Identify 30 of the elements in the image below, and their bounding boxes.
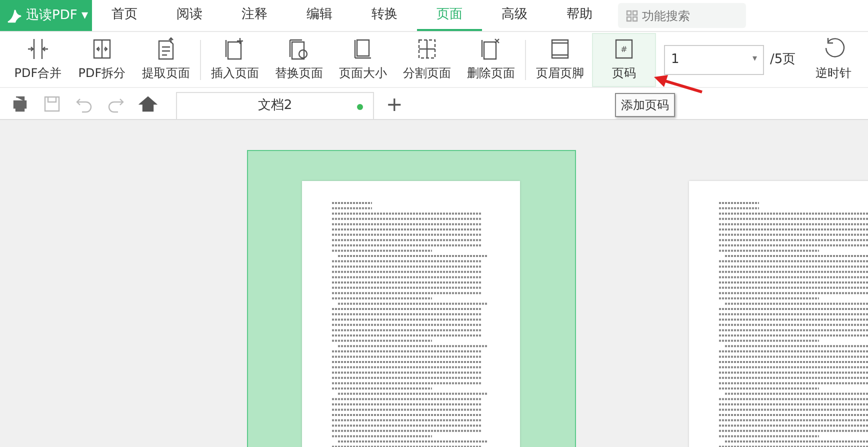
page-number-dropdown[interactable]: 1 ▾ <box>664 44 764 74</box>
menu-tab[interactable]: 帮助 <box>547 0 612 31</box>
ribbon-button[interactable]: 提取页面 <box>134 32 198 86</box>
ribbon-button[interactable]: PDF拆分 <box>70 32 134 86</box>
search-field[interactable]: 功能搜索 <box>618 3 746 28</box>
ribbon-button[interactable]: 删除页面 <box>459 32 523 86</box>
rotate-button[interactable]: 逆时针 <box>802 32 866 86</box>
menu-tab[interactable]: 注释 <box>222 0 287 31</box>
new-tab-button[interactable]: + <box>386 94 403 114</box>
ribbon-button[interactable]: 插入页面 <box>203 32 267 86</box>
menu-tab[interactable]: 编辑 <box>287 0 352 31</box>
arrow-icon <box>652 72 704 96</box>
ribbon-button[interactable]: PDF合并 <box>6 32 70 86</box>
home-icon[interactable] <box>138 94 158 114</box>
tooltip: 添加页码 <box>615 93 675 117</box>
ribbon-button[interactable]: 替换页面 <box>267 32 331 86</box>
menu-tab[interactable]: 阅读 <box>157 0 222 31</box>
menu-tab[interactable]: 首页 <box>92 0 157 31</box>
caret-icon: ▾ <box>752 52 757 66</box>
merge-icon <box>26 37 50 61</box>
page-total: /5页 <box>770 50 796 69</box>
bird-icon <box>6 8 22 24</box>
pdf-page[interactable] <box>302 181 520 447</box>
menu-tab[interactable]: 转换 <box>352 0 417 31</box>
save-icon[interactable] <box>42 94 62 114</box>
ribbon-button[interactable]: 分割页面 <box>395 32 459 86</box>
menu-tab[interactable]: 高级 <box>482 0 547 31</box>
ribbon-button[interactable]: # 页码 <box>592 32 656 86</box>
ribbon-button[interactable]: 页眉页脚 <box>528 32 592 86</box>
ribbon-button[interactable]: 页面大小 <box>331 32 395 86</box>
